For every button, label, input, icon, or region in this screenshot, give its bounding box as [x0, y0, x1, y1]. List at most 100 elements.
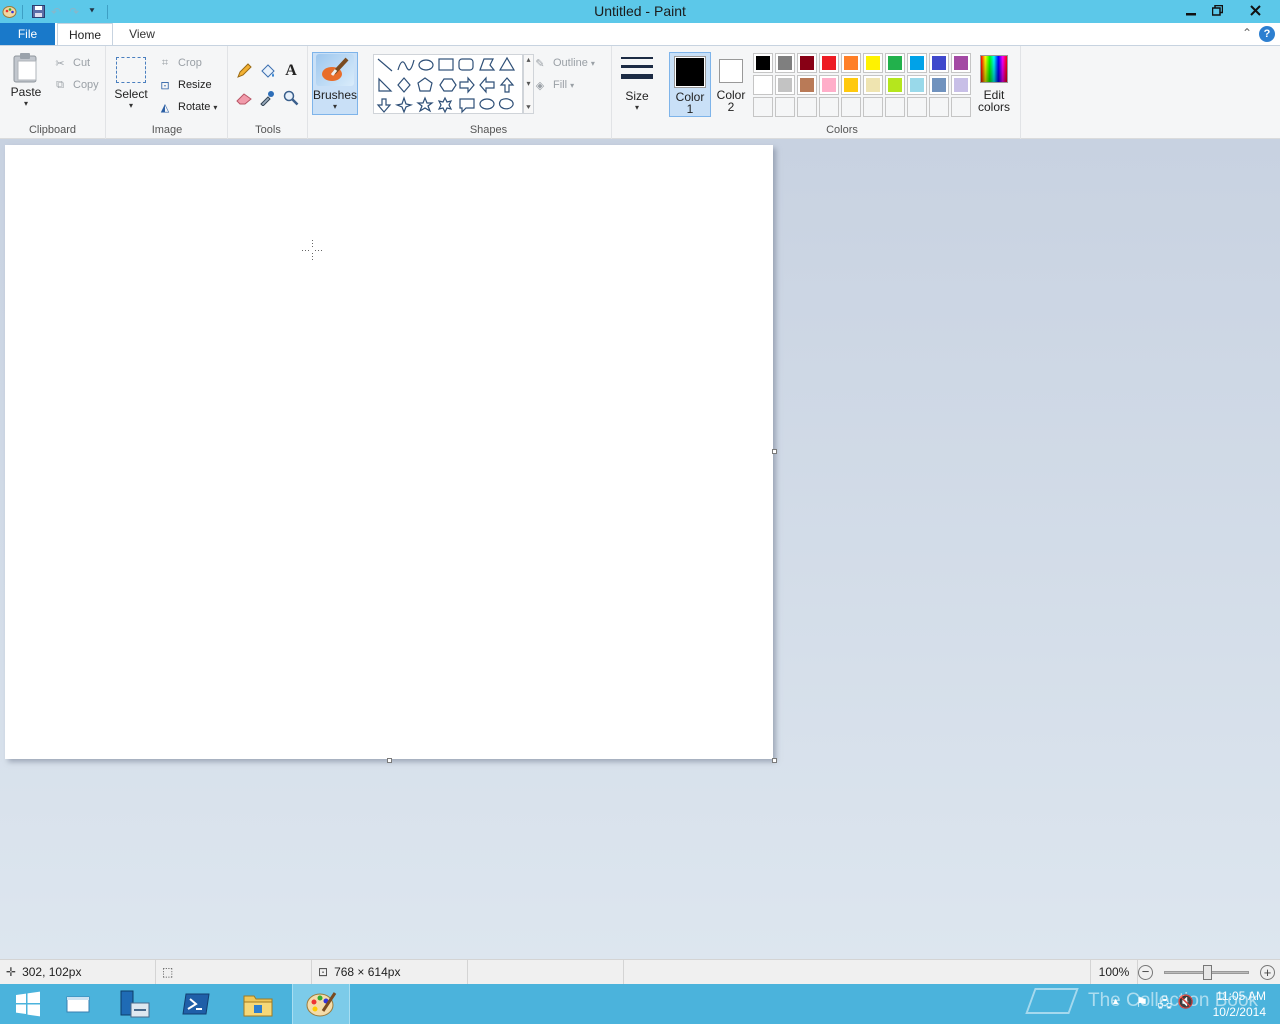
outline-dropdown-icon: ▾ [590, 58, 595, 68]
taskbar-task-view[interactable] [50, 984, 106, 1024]
palette-swatch[interactable] [951, 53, 971, 73]
outline-button[interactable]: ✎ Outline ▾ [532, 53, 595, 73]
palette-swatch[interactable] [819, 75, 839, 95]
restore-icon[interactable] [1204, 0, 1231, 21]
zoom-in-icon[interactable]: + [1260, 965, 1275, 980]
custom-color-slot[interactable] [819, 97, 839, 117]
pentagon-shape-icon [417, 77, 433, 92]
brushes-button[interactable]: Brushes ▾ [312, 52, 358, 115]
zoom-out-icon[interactable]: − [1138, 965, 1153, 980]
palette-swatch[interactable] [775, 75, 795, 95]
oval-shape-icon [418, 59, 434, 71]
collapse-ribbon-icon[interactable]: ⌃ [1242, 26, 1252, 40]
tray-expand-icon[interactable]: ▲ [1111, 996, 1120, 1006]
custom-color-slot[interactable] [863, 97, 883, 117]
resize-icon: ⊡ [160, 79, 170, 92]
resize-handle-bottom[interactable] [387, 758, 392, 763]
edit-colors-button[interactable]: Edit colors [974, 52, 1014, 117]
select-dropdown-icon[interactable]: ▾ [113, 101, 149, 110]
pencil-icon[interactable] [234, 61, 254, 81]
copy-button[interactable]: ⧉ Copy [52, 75, 99, 95]
size-button[interactable]: Size ▾ [617, 52, 657, 114]
palette-swatch[interactable] [929, 75, 949, 95]
palette-swatch[interactable] [841, 75, 861, 95]
paste-dropdown-icon[interactable]: ▾ [6, 99, 46, 108]
right-arrow-shape-icon [459, 76, 475, 94]
taskbar-file-explorer[interactable] [230, 984, 286, 1024]
palette-swatch[interactable] [797, 75, 817, 95]
start-button[interactable] [0, 984, 56, 1024]
custom-color-slot[interactable] [841, 97, 861, 117]
scroll-more-icon[interactable]: ⯆ [525, 103, 531, 113]
palette-swatch[interactable] [885, 53, 905, 73]
select-icon [116, 57, 146, 83]
custom-color-slot[interactable] [775, 97, 795, 117]
taskbar-server-manager[interactable] [107, 984, 163, 1024]
palette-swatch[interactable] [841, 53, 861, 73]
tab-view[interactable]: View [120, 23, 164, 46]
color2-button[interactable]: Color 2 [712, 52, 750, 117]
palette-swatch-fill [844, 56, 858, 70]
crop-button[interactable]: ⌗ Crop [157, 53, 202, 73]
rounded-callout-shape-icon [459, 98, 475, 114]
palette-swatch[interactable] [951, 75, 971, 95]
custom-color-slot[interactable] [929, 97, 949, 117]
tab-file[interactable]: File [0, 23, 55, 46]
palette-swatch-fill [778, 78, 792, 92]
palette-swatch[interactable] [907, 75, 927, 95]
custom-color-slot[interactable] [907, 97, 927, 117]
resize-handle-corner[interactable] [772, 758, 777, 763]
custom-color-slot[interactable] [951, 97, 971, 117]
color1-fill [676, 58, 704, 86]
fill-bucket-icon[interactable] [257, 61, 277, 81]
move-cursor-icon: ✛ [6, 965, 17, 979]
drawing-canvas[interactable] [5, 145, 773, 759]
fill-dropdown-icon: ▾ [570, 80, 575, 90]
network-icon[interactable]: 🖧 [1158, 994, 1173, 1016]
left-arrow-shape-icon [479, 76, 495, 94]
close-icon[interactable] [1236, 0, 1274, 21]
palette-swatch[interactable] [775, 53, 795, 73]
scroll-up-icon[interactable]: ▴ [526, 55, 530, 64]
magnifier-icon[interactable] [281, 88, 301, 108]
fill-button[interactable]: ◈ Fill ▾ [532, 75, 574, 95]
custom-color-slot[interactable] [885, 97, 905, 117]
help-icon[interactable]: ? [1259, 26, 1275, 42]
color1-button[interactable]: Color 1 [669, 52, 711, 117]
palette-swatch[interactable] [863, 53, 883, 73]
tab-home[interactable]: Home [57, 23, 113, 46]
zoom-slider[interactable] [1164, 965, 1249, 980]
cut-button[interactable]: ✂ Cut [52, 53, 90, 73]
shapes-gallery-icons [376, 56, 516, 114]
palette-swatch[interactable] [753, 53, 773, 73]
brush-icon [316, 54, 354, 86]
custom-color-slot[interactable] [753, 97, 773, 117]
volume-muted-icon[interactable]: 🔇 [1178, 994, 1194, 1010]
select-button[interactable]: Select ▾ [113, 54, 149, 116]
minimize-icon[interactable] [1177, 0, 1204, 21]
text-icon[interactable]: A [281, 61, 301, 81]
eraser-icon[interactable] [234, 88, 254, 108]
taskbar-paint[interactable] [292, 984, 350, 1024]
palette-swatch[interactable] [929, 53, 949, 73]
scroll-down-icon[interactable]: ▾ [526, 79, 530, 88]
clock[interactable]: 11:05 AM 10/2/2014 [1213, 988, 1266, 1020]
palette-swatch[interactable] [797, 53, 817, 73]
rotate-button[interactable]: ◭ Rotate ▾ [157, 97, 218, 117]
zoom-slider-thumb[interactable] [1203, 965, 1212, 980]
palette-swatch[interactable] [885, 75, 905, 95]
action-center-flag-icon[interactable]: ⚑ [1135, 994, 1148, 1011]
taskbar-powershell[interactable] [168, 984, 224, 1024]
resize-handle-right[interactable] [772, 449, 777, 454]
palette-swatch[interactable] [753, 75, 773, 95]
color-picker-icon[interactable] [257, 88, 277, 108]
palette-swatch[interactable] [819, 53, 839, 73]
palette-swatch-fill [910, 78, 924, 92]
palette-swatch[interactable] [907, 53, 927, 73]
palette-swatch-fill [756, 56, 770, 70]
palette-swatch-fill [778, 56, 792, 70]
paste-button[interactable]: Paste ▾ [6, 52, 46, 114]
resize-button[interactable]: ⊡ Resize [157, 75, 211, 95]
palette-swatch[interactable] [863, 75, 883, 95]
custom-color-slot[interactable] [797, 97, 817, 117]
